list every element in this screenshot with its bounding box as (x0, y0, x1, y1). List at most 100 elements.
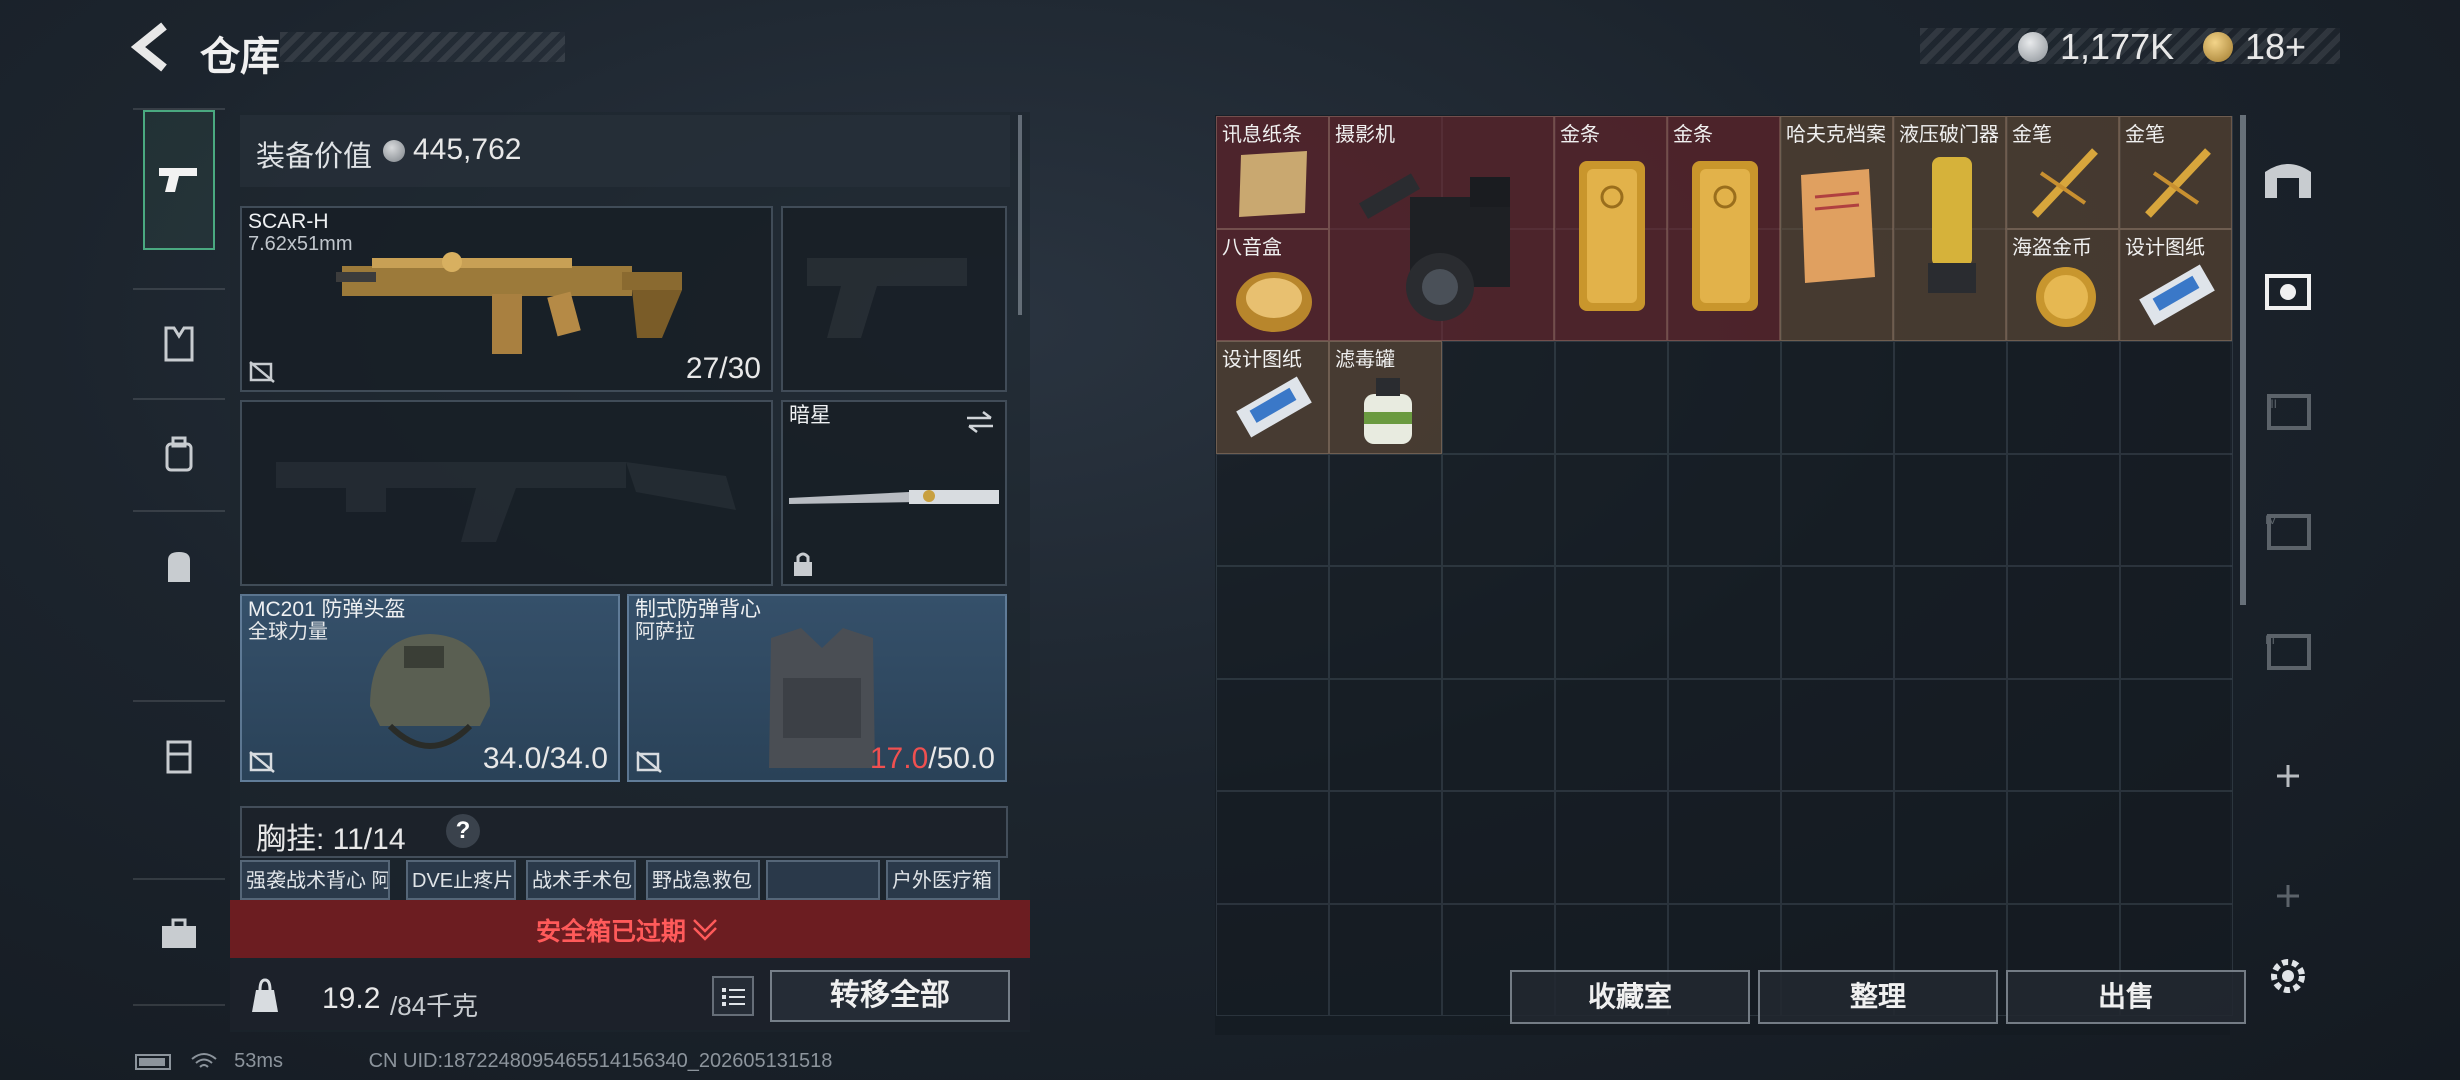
armor-vest-image (769, 628, 875, 768)
stash-cell[interactable] (1668, 791, 1781, 904)
stash-page-1-tab[interactable] (2258, 148, 2318, 208)
pistol-slot[interactable] (781, 206, 1007, 392)
sell-button[interactable]: 出售 (2006, 970, 2246, 1024)
stash-cell[interactable] (1442, 566, 1555, 679)
stash-cell[interactable] (1781, 453, 1894, 566)
stash-item[interactable]: 哈夫克档案 (1780, 116, 1893, 341)
collection-room-button[interactable]: 收藏室 (1510, 970, 1750, 1024)
stash-cell[interactable] (1555, 678, 1668, 791)
chest-item-medical-box[interactable]: 户外医疗箱 (886, 860, 1000, 900)
stash-cell[interactable] (2007, 453, 2120, 566)
stash-cell[interactable] (1894, 678, 2007, 791)
stash-item[interactable]: 摄影机 (1329, 116, 1554, 341)
stash-cell[interactable] (1216, 678, 1329, 791)
stash-item[interactable]: 金笔 (2119, 116, 2232, 229)
category-armor-tab[interactable] (133, 298, 225, 390)
stash-cell[interactable] (1668, 453, 1781, 566)
stash-cell[interactable] (1555, 566, 1668, 679)
stash-cell[interactable] (1216, 791, 1329, 904)
category-backpack-tab[interactable] (133, 520, 225, 612)
stash-cell[interactable] (2120, 566, 2233, 679)
stash-cell[interactable] (1781, 341, 1894, 454)
stash-cell[interactable] (1216, 453, 1329, 566)
secondary-weapon-slot[interactable] (240, 400, 773, 586)
item-name: 金条 (1673, 124, 1713, 146)
settings-button[interactable] (2258, 946, 2318, 1006)
stash-cell[interactable] (1329, 678, 1442, 791)
list-view-button[interactable] (712, 976, 754, 1016)
back-arrow-icon[interactable] (130, 22, 178, 72)
chest-item-vest[interactable]: 强袭战术背心 阿萨拉 (240, 860, 390, 900)
stash-item[interactable]: 设计图纸 (2119, 229, 2232, 341)
stash-cell[interactable] (2007, 566, 2120, 679)
stash-cell[interactable] (2120, 791, 2233, 904)
stash-item[interactable]: 滤毒罐 (1329, 341, 1442, 454)
stash-page-icon: III (2267, 394, 2311, 430)
stash-scrollbar[interactable] (2240, 115, 2246, 605)
stash-cell[interactable] (2120, 453, 2233, 566)
stash-cell[interactable] (1781, 566, 1894, 679)
stash-item[interactable]: 讯息纸条 (1216, 116, 1329, 229)
stash-item[interactable]: 液压破门器 (1893, 116, 2006, 341)
armor-slot[interactable]: 制式防弹背心 阿萨拉 17.0/50.0 (627, 594, 1007, 782)
swap-icon[interactable] (965, 410, 995, 434)
stash-cell[interactable] (1894, 791, 2007, 904)
stash-cell[interactable] (1894, 453, 2007, 566)
stash-page-3-tab[interactable]: III (2258, 382, 2318, 442)
add-stash-page-button[interactable] (2258, 866, 2318, 926)
stash-cell[interactable] (2120, 678, 2233, 791)
weight-icon (252, 978, 278, 1012)
chest-item-painkiller[interactable]: DVE止疼片 (406, 860, 516, 900)
gold-amount[interactable]: 18+ (2245, 26, 2306, 68)
stash-cell[interactable] (1442, 791, 1555, 904)
stash-cell[interactable] (1442, 341, 1555, 454)
add-stash-page-button[interactable] (2258, 746, 2318, 806)
transfer-all-button[interactable]: 转移全部 (770, 970, 1010, 1022)
chest-item-first-aid[interactable]: 野战急救包 (646, 860, 760, 900)
category-chest-rig-tab[interactable] (133, 408, 225, 500)
chest-item-empty[interactable] (766, 860, 880, 900)
stash-cell[interactable] (1555, 791, 1668, 904)
stash-cell[interactable] (2007, 341, 2120, 454)
stash-cell[interactable] (1894, 341, 2007, 454)
stash-cell[interactable] (1668, 678, 1781, 791)
stash-item[interactable]: 八音盒 (1216, 229, 1329, 341)
stash-cell[interactable] (1329, 453, 1442, 566)
stash-item[interactable]: 金笔 (2006, 116, 2119, 229)
melee-slot[interactable]: 暗星 (781, 400, 1007, 586)
stash-cell[interactable] (1668, 566, 1781, 679)
stash-cell[interactable] (2007, 678, 2120, 791)
stash-cell[interactable] (1216, 903, 1329, 1016)
stash-item[interactable]: 海盗金币 (2006, 229, 2119, 341)
stash-cell[interactable] (2120, 341, 2233, 454)
stash-page-4-tab[interactable]: IV (2258, 502, 2318, 562)
loadout-scrollbar[interactable] (1018, 115, 1022, 315)
stash-cell[interactable] (1329, 566, 1442, 679)
category-case-tab[interactable] (133, 888, 225, 980)
stash-cell[interactable] (1442, 678, 1555, 791)
stash-item[interactable]: 设计图纸 (1216, 341, 1329, 454)
stash-cell[interactable] (1329, 903, 1442, 1016)
stash-cell[interactable] (1216, 566, 1329, 679)
primary-weapon-slot[interactable]: SCAR-H 7.62x51mm 27/30 (240, 206, 773, 392)
stash-item[interactable]: 金条 (1667, 116, 1780, 341)
stash-cell[interactable] (1442, 453, 1555, 566)
stash-cell[interactable] (1894, 566, 2007, 679)
stash-page-2-tab[interactable] (2258, 262, 2318, 322)
category-weapons-tab[interactable] (143, 110, 215, 250)
stash-cell[interactable] (2007, 791, 2120, 904)
stash-cell[interactable] (1668, 341, 1781, 454)
stash-cell[interactable] (1555, 341, 1668, 454)
organize-button[interactable]: 整理 (1758, 970, 1998, 1024)
help-icon[interactable]: ? (446, 814, 480, 848)
chevron-down-icon[interactable] (690, 914, 720, 942)
stash-item[interactable]: 金条 (1554, 116, 1667, 341)
chest-item-surgery-kit[interactable]: 战术手术包 (526, 860, 636, 900)
stash-cell[interactable] (1781, 678, 1894, 791)
stash-cell[interactable] (1555, 453, 1668, 566)
stash-cell[interactable] (1781, 791, 1894, 904)
category-container-tab[interactable] (133, 710, 225, 802)
stash-cell[interactable] (1329, 791, 1442, 904)
helmet-slot[interactable]: MC201 防弹头盔 全球力量 34.0/34.0 (240, 594, 620, 782)
stash-page-5-tab[interactable]: III (2258, 622, 2318, 682)
